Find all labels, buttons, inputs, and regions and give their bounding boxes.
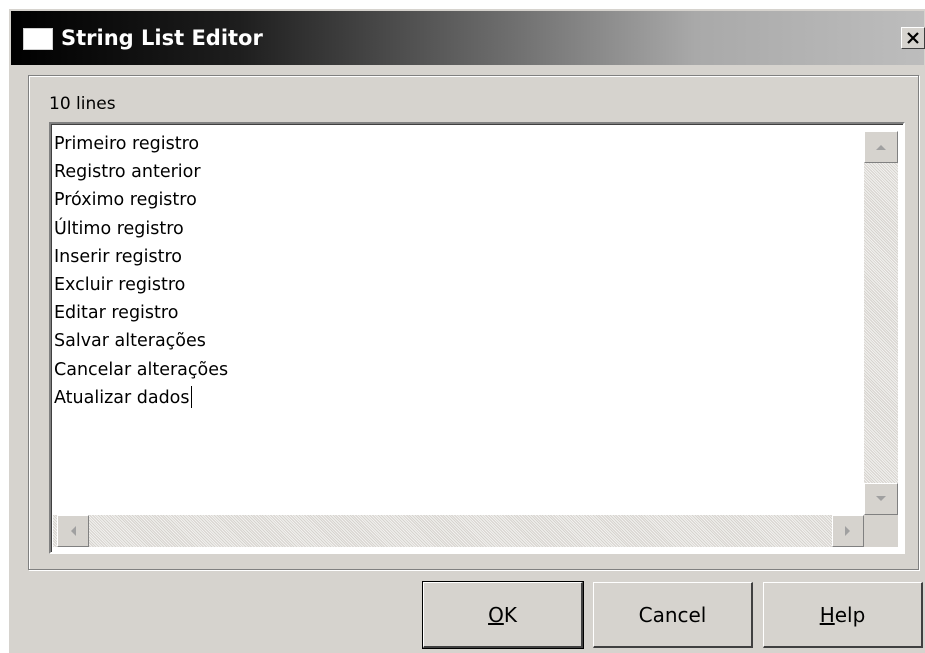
vertical-scrollbar[interactable]: [864, 131, 898, 515]
list-line[interactable]: Cancelar alterações: [54, 356, 228, 384]
list-line[interactable]: Primeiro registro: [54, 130, 228, 158]
window-icon: [23, 28, 53, 50]
title-bar[interactable]: String List Editor: [11, 11, 925, 65]
list-line[interactable]: Próximo registro: [54, 186, 228, 214]
list-line[interactable]: Último registro: [54, 215, 228, 243]
help-button[interactable]: Help: [763, 582, 923, 648]
cancel-label: Cancel: [638, 602, 707, 627]
list-line[interactable]: Salvar alterações: [54, 327, 228, 355]
cancel-button[interactable]: Cancel: [593, 582, 753, 648]
ok-accelerator: O: [488, 602, 504, 627]
list-line-last[interactable]: Atualizar dados: [54, 384, 228, 412]
list-line[interactable]: Registro anterior: [54, 158, 228, 186]
arrow-left-icon: [71, 526, 76, 536]
help-label-rest: elp: [834, 602, 866, 627]
list-line[interactable]: Inserir registro: [54, 243, 228, 271]
window-title: String List Editor: [61, 26, 263, 50]
scroll-left-button[interactable]: [57, 515, 89, 547]
string-list-editor-dialog: String List Editor 10 lines Primeiro reg…: [8, 8, 925, 653]
ok-label-rest: K: [503, 602, 517, 627]
line-count-label: 10 lines: [49, 94, 116, 114]
string-list-memo[interactable]: Primeiro registro Registro anterior Próx…: [49, 122, 905, 554]
scroll-right-button[interactable]: [832, 515, 864, 547]
list-line[interactable]: Excluir registro: [54, 271, 228, 299]
close-button[interactable]: [901, 27, 925, 49]
scrollbar-corner: [864, 515, 898, 547]
help-accelerator: H: [819, 602, 835, 627]
close-x-icon: [907, 32, 919, 44]
arrow-down-icon: [876, 496, 886, 501]
text-caret: [190, 385, 192, 408]
horizontal-scrollbar[interactable]: [53, 515, 864, 547]
ok-button[interactable]: OK: [422, 581, 584, 649]
list-line-text: Atualizar dados: [54, 387, 190, 408]
scroll-down-button[interactable]: [864, 483, 898, 515]
arrow-right-icon: [845, 526, 850, 536]
arrow-up-icon: [876, 145, 886, 150]
scroll-up-button[interactable]: [864, 131, 898, 163]
string-list-lines[interactable]: Primeiro registro Registro anterior Próx…: [54, 130, 228, 412]
list-line[interactable]: Editar registro: [54, 299, 228, 327]
